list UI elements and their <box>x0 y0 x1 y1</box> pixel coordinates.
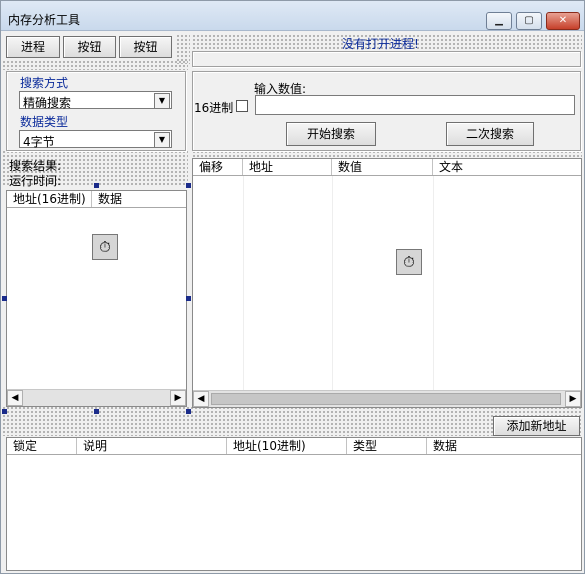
search-mode-select[interactable]: 精确搜索 ▼ <box>19 91 172 110</box>
maximize-icon[interactable]: ▢ <box>516 12 542 30</box>
value-input[interactable] <box>255 95 575 115</box>
search-mode-label: 搜索方式 <box>20 76 69 90</box>
memory-view-hscrollbar[interactable]: ◀ ▶ <box>193 390 581 407</box>
memory-view-list[interactable]: 偏移 地址 数值 文本 ⏱ ◀ ▶ <box>192 158 582 408</box>
column-offset[interactable]: 偏移 <box>193 159 243 175</box>
resize-handle[interactable] <box>186 183 191 188</box>
chevron-down-icon[interactable]: ▼ <box>154 132 170 148</box>
add-address-button[interactable]: 添加新地址 <box>493 416 580 436</box>
scroll-left-icon[interactable]: ◀ <box>193 391 209 407</box>
data-type-label: 数据类型 <box>20 115 69 129</box>
designer-grid <box>2 60 188 70</box>
hex-checkbox[interactable] <box>236 100 248 112</box>
scroll-left-icon[interactable]: ◀ <box>7 390 23 406</box>
column-type[interactable]: 类型 <box>347 438 427 454</box>
hex-checkbox-label: 16进制 <box>194 101 234 115</box>
column-address-hex[interactable]: 地址(16进制) <box>7 191 92 207</box>
column-value[interactable]: 数值 <box>332 159 433 175</box>
stopwatch-icon: ⏱ <box>396 249 422 275</box>
column-data-value[interactable]: 数据 <box>427 438 581 454</box>
resize-handle[interactable] <box>94 409 99 414</box>
column-lock[interactable]: 锁定 <box>7 438 77 454</box>
button-1[interactable]: 按钮 <box>63 36 116 58</box>
column-address-dec[interactable]: 地址(10进制) <box>227 438 347 454</box>
saved-address-list[interactable]: 锁定 说明 地址(10进制) 类型 数据 <box>6 437 582 571</box>
search-mode-value: 精确搜索 <box>23 96 72 110</box>
button-2[interactable]: 按钮 <box>119 36 172 58</box>
resize-handle[interactable] <box>2 296 7 301</box>
run-time-label: 运行时间: <box>9 174 62 188</box>
result-list-header: 地址(16进制) 数据 <box>7 191 186 208</box>
chevron-down-icon[interactable]: ▼ <box>154 93 170 109</box>
start-search-button[interactable]: 开始搜索 <box>286 122 376 146</box>
scroll-right-icon[interactable]: ▶ <box>565 391 581 407</box>
designer-grid <box>192 150 582 158</box>
scroll-right-icon[interactable]: ▶ <box>170 390 186 406</box>
second-search-button[interactable]: 二次搜索 <box>446 122 534 146</box>
status-message: 没有打开进程! <box>342 37 419 51</box>
resize-handle[interactable] <box>186 296 191 301</box>
scroll-thumb[interactable] <box>211 393 561 405</box>
close-icon[interactable]: ✕ <box>546 12 580 30</box>
window-title: 内存分析工具 <box>8 13 81 27</box>
data-type-select[interactable]: 4字节 ▼ <box>19 130 172 149</box>
column-description[interactable]: 说明 <box>77 438 227 454</box>
memory-view-header: 偏移 地址 数值 文本 <box>193 159 581 176</box>
minimize-icon[interactable]: ▁ <box>486 12 512 30</box>
stopwatch-icon: ⏱ <box>92 234 118 260</box>
data-type-value: 4字节 <box>23 135 55 149</box>
saved-address-header: 锁定 说明 地址(10进制) 类型 数据 <box>7 438 581 455</box>
column-text[interactable]: 文本 <box>433 159 581 175</box>
result-list-hscrollbar[interactable]: ◀ ▶ <box>7 389 186 406</box>
resize-handle[interactable] <box>2 409 7 414</box>
resize-handle[interactable] <box>94 183 99 188</box>
result-list[interactable]: 地址(16进制) 数据 ⏱ ◀ ▶ <box>6 190 187 407</box>
column-data[interactable]: 数据 <box>92 191 186 207</box>
column-address[interactable]: 地址 <box>243 159 332 175</box>
process-button[interactable]: 进程 <box>6 36 60 58</box>
resize-handle[interactable] <box>186 409 191 414</box>
status-panel <box>192 51 581 67</box>
